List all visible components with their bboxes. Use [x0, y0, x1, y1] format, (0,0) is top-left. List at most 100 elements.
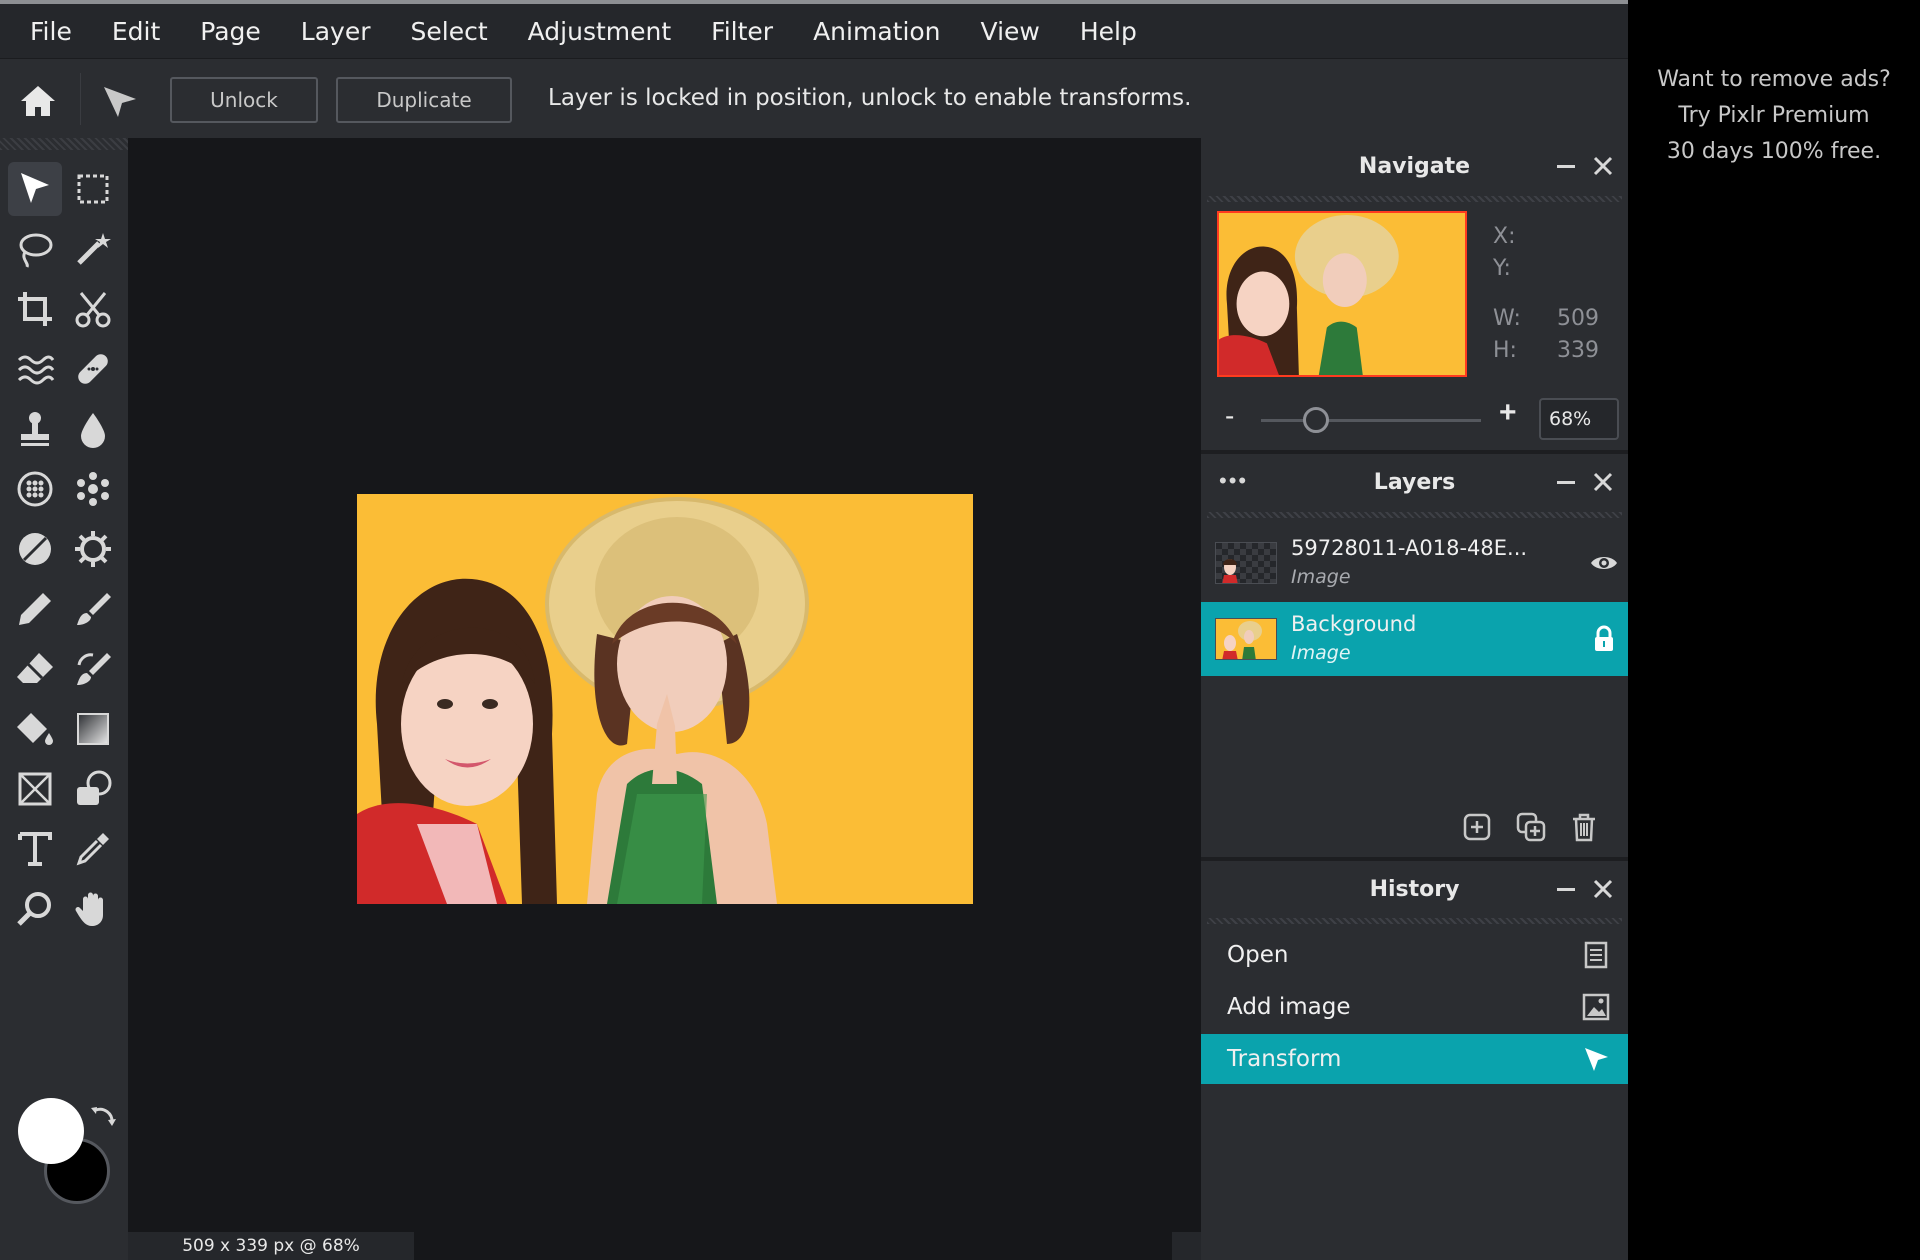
- layer-type: Image: [1291, 566, 1351, 588]
- ad-line: Want to remove ads?: [1657, 67, 1891, 92]
- canvas-status-bar: 509 x 339 px @ 68%: [128, 1232, 414, 1260]
- minimize-icon[interactable]: [1553, 153, 1579, 179]
- heal-tool-icon[interactable]: [66, 342, 120, 396]
- sponge-tool-icon[interactable]: [8, 462, 62, 516]
- liquify-tool-icon[interactable]: [8, 342, 62, 396]
- layer-row[interactable]: Background Image: [1201, 602, 1628, 676]
- layers-menu-dots-icon[interactable]: •••: [1219, 468, 1248, 494]
- clone-stamp-icon[interactable]: [8, 402, 62, 456]
- spot-pattern-icon[interactable]: [66, 462, 120, 516]
- menu-filter[interactable]: Filter: [711, 17, 773, 46]
- pencil-tool-icon[interactable]: [8, 582, 62, 636]
- tools-panel: [0, 138, 128, 1260]
- eye-icon[interactable]: [1589, 548, 1619, 578]
- zoom-out-button[interactable]: -: [1225, 400, 1234, 432]
- history-item-label: Open: [1227, 942, 1289, 968]
- crop-tool-icon[interactable]: [8, 282, 62, 336]
- foreground-color-swatch[interactable]: [18, 1098, 84, 1164]
- lock-icon[interactable]: [1589, 624, 1619, 654]
- toolbar-grip[interactable]: [0, 138, 128, 150]
- layer-locked-message: Layer is locked in position, unlock to e…: [548, 85, 1192, 111]
- delete-layer-icon[interactable]: [1568, 811, 1600, 843]
- frame-tool-icon[interactable]: [8, 762, 62, 816]
- canvas-workspace[interactable]: [128, 138, 1201, 1260]
- menu-file[interactable]: File: [30, 17, 72, 46]
- close-icon[interactable]: [1590, 153, 1616, 179]
- history-item[interactable]: Add image: [1201, 982, 1628, 1032]
- history-panel-title: History: [1369, 876, 1460, 902]
- nav-h-label: H:: [1493, 338, 1517, 363]
- arrange-tool-icon[interactable]: [8, 162, 62, 216]
- nav-x-label: X:: [1493, 224, 1516, 249]
- menu-page[interactable]: Page: [200, 17, 261, 46]
- marquee-select-icon[interactable]: [66, 162, 120, 216]
- history-panel-grip[interactable]: [1207, 918, 1622, 924]
- minimize-icon[interactable]: [1553, 876, 1579, 902]
- history-item[interactable]: Open: [1201, 930, 1628, 980]
- layers-panel-title: Layers: [1373, 469, 1456, 495]
- nav-w-label: W:: [1493, 306, 1521, 331]
- navigator-thumbnail[interactable]: [1217, 211, 1467, 377]
- zoom-in-button[interactable]: +: [1499, 396, 1517, 430]
- magic-wand-icon[interactable]: [66, 222, 120, 276]
- history-item[interactable]: Transform: [1201, 1034, 1628, 1084]
- document-icon: [1581, 940, 1611, 970]
- eraser-tool-icon[interactable]: [8, 642, 62, 696]
- menu-bar: File Edit Page Layer Select Adjustment F…: [0, 4, 1628, 58]
- premium-ad[interactable]: Want to remove ads? Try Pixlr Premium 30…: [1628, 62, 1920, 170]
- layer-thumbnail: [1215, 542, 1277, 584]
- menu-select[interactable]: Select: [411, 17, 488, 46]
- layer-thumbnail: [1215, 618, 1277, 660]
- layers-footer: [1201, 797, 1628, 857]
- brush-tool-icon[interactable]: [66, 582, 120, 636]
- menu-adjustment[interactable]: Adjustment: [528, 17, 672, 46]
- layers-panel-grip[interactable]: [1207, 512, 1622, 518]
- nav-w-value: 509: [1557, 306, 1599, 331]
- dodge-burn-icon[interactable]: [8, 522, 62, 576]
- ad-sidebar: Want to remove ads? Try Pixlr Premium 30…: [1628, 0, 1920, 1260]
- zoom-percent-input[interactable]: 68%: [1539, 398, 1619, 440]
- ad-line: 30 days 100% free.: [1666, 139, 1882, 164]
- close-icon[interactable]: [1590, 876, 1616, 902]
- layer-type: Image: [1291, 642, 1351, 664]
- hand-tool-icon[interactable]: [66, 882, 120, 936]
- color-picker-icon[interactable]: [66, 822, 120, 876]
- zoom-tool-icon[interactable]: [8, 882, 62, 936]
- menu-help[interactable]: Help: [1080, 17, 1137, 46]
- arrange-arrow-icon: [100, 81, 140, 121]
- zoom-slider-track[interactable]: [1261, 419, 1481, 422]
- unlock-button[interactable]: Unlock: [170, 77, 318, 123]
- add-layer-icon[interactable]: [1461, 811, 1493, 843]
- right-panels: Navigate X: Y: W: 509 H: 339 - + 68% Lay…: [1201, 138, 1628, 1260]
- lasso-select-icon[interactable]: [8, 222, 62, 276]
- layer-row[interactable]: 59728011-A018-48E... Image: [1201, 526, 1628, 600]
- home-icon[interactable]: [18, 81, 58, 121]
- navigate-panel-grip[interactable]: [1207, 196, 1622, 202]
- cutout-scissors-icon[interactable]: [66, 282, 120, 336]
- duplicate-button[interactable]: Duplicate: [336, 77, 512, 123]
- shape-tool-icon[interactable]: [66, 762, 120, 816]
- close-icon[interactable]: [1590, 469, 1616, 495]
- smudge-tool-icon[interactable]: [66, 642, 120, 696]
- menu-edit[interactable]: Edit: [112, 17, 160, 46]
- gradient-tool-icon[interactable]: [66, 702, 120, 756]
- menu-view[interactable]: View: [981, 17, 1040, 46]
- arrow-cursor-icon: [1581, 1044, 1611, 1074]
- menu-animation[interactable]: Animation: [813, 17, 940, 46]
- blur-drop-icon[interactable]: [66, 402, 120, 456]
- layer-name: 59728011-A018-48E...: [1291, 536, 1528, 560]
- navigate-panel-title: Navigate: [1358, 153, 1471, 179]
- paint-bucket-icon[interactable]: [8, 702, 62, 756]
- ad-line: Try Pixlr Premium: [1678, 103, 1870, 128]
- text-tool-icon[interactable]: [8, 822, 62, 876]
- nav-y-label: Y:: [1493, 256, 1511, 281]
- canvas-image[interactable]: [357, 494, 973, 904]
- swap-colors-icon[interactable]: [88, 1104, 118, 1134]
- color-replace-icon[interactable]: [66, 522, 120, 576]
- duplicate-layer-icon[interactable]: [1515, 811, 1547, 843]
- zoom-slider-handle[interactable]: [1303, 407, 1329, 433]
- minimize-icon[interactable]: [1553, 469, 1579, 495]
- history-item-label: Transform: [1227, 1046, 1342, 1072]
- history-item-label: Add image: [1227, 994, 1351, 1020]
- menu-layer[interactable]: Layer: [301, 17, 371, 46]
